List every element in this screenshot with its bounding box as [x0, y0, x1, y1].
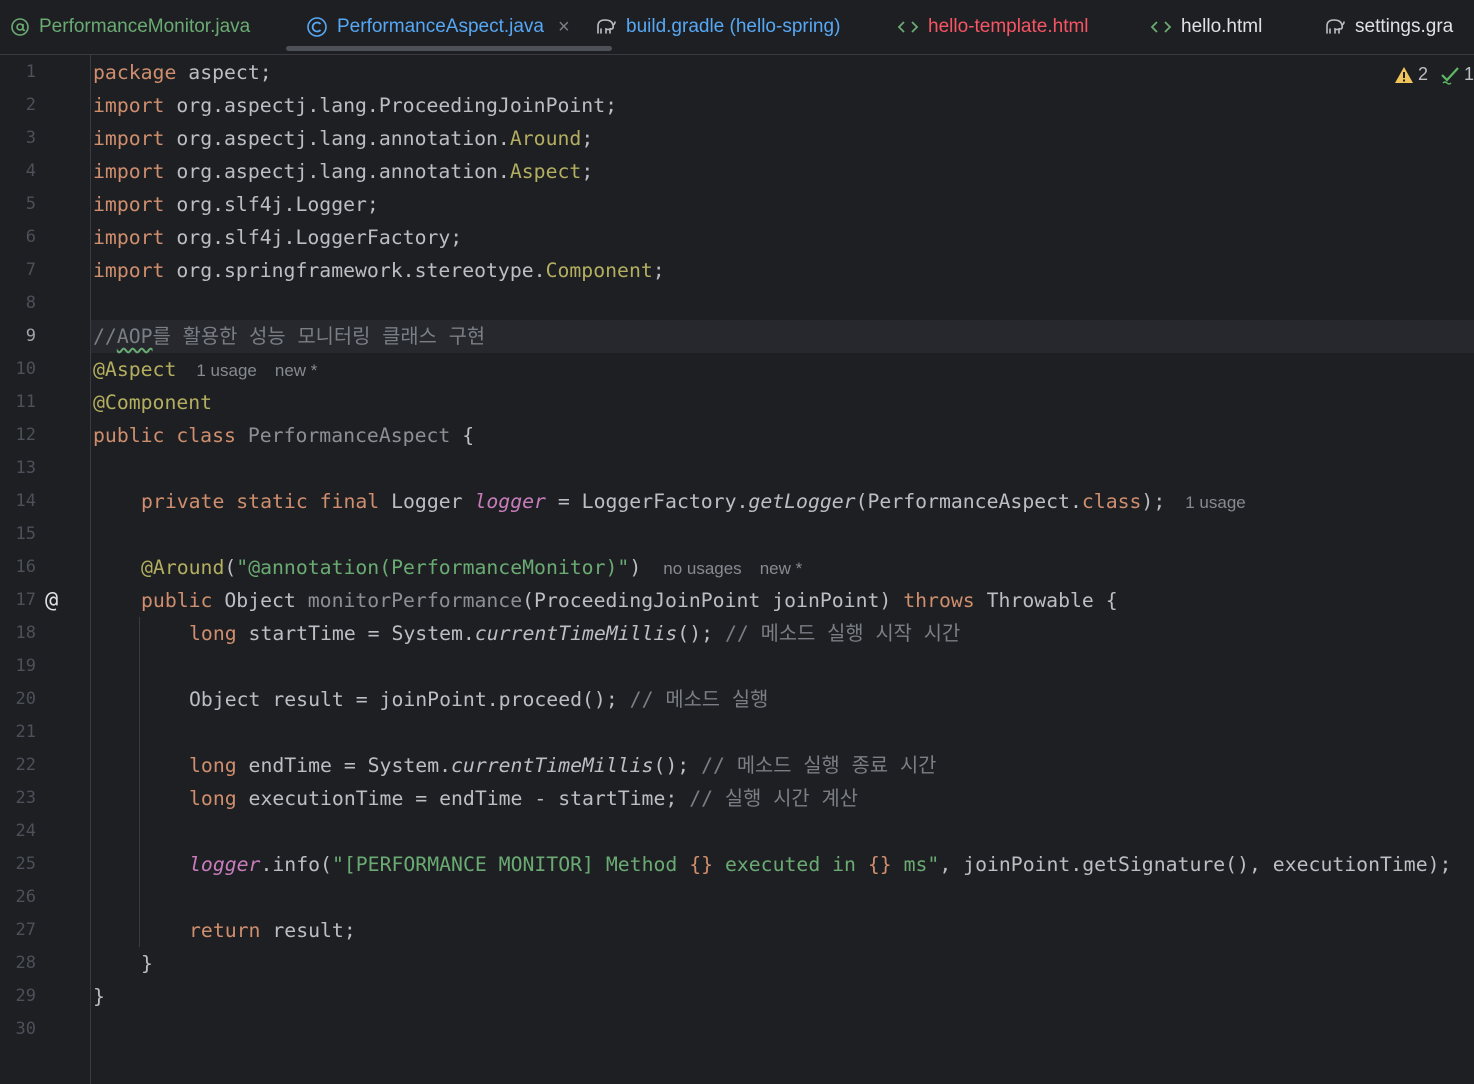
inspection-widget[interactable]: 2 1 — [1394, 64, 1474, 85]
line-number: 21 — [15, 722, 36, 742]
code-line-23: long executionTime = endTime - startTime… — [189, 787, 858, 810]
code-line-20: Object result = joinPoint.proceed(); // … — [189, 688, 769, 711]
line-number: 14 — [15, 491, 36, 511]
line-number: 26 — [15, 887, 36, 907]
code-line-2: import org.aspectj.lang.ProceedingJoinPo… — [93, 94, 618, 117]
line-number-gutter[interactable]: 1 2 3 4 5 6 7 8 9 10 11 12 13 14 15 16 1… — [0, 55, 91, 1084]
line-number: 30 — [15, 1019, 36, 1039]
tab-label: hello-template.html — [928, 16, 1089, 37]
code-line-18: long startTime = System.currentTimeMilli… — [189, 622, 961, 645]
tab-label: build.gradle (hello-spring) — [626, 16, 841, 37]
code-line-29: } — [93, 985, 105, 1008]
tab-label: hello.html — [1181, 16, 1263, 37]
tab-label: PerformanceMonitor.java — [39, 16, 251, 37]
close-tab-icon[interactable]: × — [558, 16, 570, 39]
gradle-elephant-icon — [1324, 17, 1346, 37]
line-number: 23 — [15, 788, 36, 808]
code-editor[interactable]: package aspect; import org.aspectj.lang.… — [91, 55, 1474, 1084]
line-number: 2 — [25, 95, 36, 115]
code-line-6: import org.slf4j.LoggerFactory; — [93, 226, 463, 249]
tab-settings-gradle[interactable]: settings.gra — [1324, 0, 1453, 54]
code-line-3: import org.aspectj.lang.annotation.Aroun… — [93, 127, 594, 150]
line-number: 17 — [15, 590, 36, 610]
line-number: 12 — [15, 425, 36, 445]
editor-tab-bar: PerformanceMonitor.java PerformanceAspec… — [0, 0, 1474, 55]
line-number: 29 — [15, 986, 36, 1006]
line-number: 5 — [25, 194, 36, 214]
code-line-27: return result; — [189, 919, 356, 942]
warning-count: 2 — [1417, 64, 1428, 84]
line-number: 27 — [15, 920, 36, 940]
aspect-class-icon — [306, 16, 328, 38]
weak-warning-check-icon — [1440, 65, 1460, 85]
code-line-28: } — [141, 952, 153, 975]
author-hint[interactable]: new * — [760, 559, 803, 578]
line-number: 20 — [15, 689, 36, 709]
line-number: 28 — [15, 953, 36, 973]
tab-label: settings.gra — [1355, 16, 1454, 37]
line-number: 1 — [25, 62, 36, 82]
tab-performance-monitor-java[interactable]: PerformanceMonitor.java — [10, 0, 250, 54]
line-number-current: 9 — [25, 326, 36, 346]
line-number: 25 — [15, 854, 36, 874]
tab-build-gradle[interactable]: build.gradle (hello-spring) — [595, 0, 840, 54]
line-number: 10 — [15, 359, 36, 379]
implements-aspect-gutter-icon[interactable]: @ — [45, 584, 58, 617]
code-line-1: package aspect; — [93, 61, 272, 84]
code-line-17: public Object monitorPerformance(Proceed… — [141, 589, 1118, 612]
code-line-22: long endTime = System.currentTimeMillis(… — [189, 754, 937, 777]
gradle-elephant-icon — [595, 17, 617, 37]
line-number: 19 — [15, 656, 36, 676]
tab-hello-html[interactable]: hello.html — [1150, 0, 1262, 54]
html-tag-icon — [897, 19, 919, 35]
line-number: 6 — [25, 227, 36, 247]
line-number: 11 — [15, 392, 36, 412]
code-line-4: import org.aspectj.lang.annotation.Aspec… — [93, 160, 594, 183]
code-line-7: import org.springframework.stereotype.Co… — [93, 259, 665, 282]
line-number: 3 — [25, 128, 36, 148]
ok-count: 1 — [1463, 64, 1474, 84]
html-tag-icon — [1150, 19, 1172, 35]
code-line-25: logger.info("[PERFORMANCE MONITOR] Metho… — [189, 853, 1452, 876]
line-number: 4 — [25, 161, 36, 181]
line-number: 18 — [15, 623, 36, 643]
line-number: 22 — [15, 755, 36, 775]
annotation-icon — [10, 17, 30, 37]
code-line-11: @Component — [93, 391, 213, 414]
code-line-16: @Around("@annotation(PerformanceMonitor)… — [141, 556, 803, 579]
author-hint[interactable]: new * — [275, 361, 318, 380]
code-line-10: @Aspect 1 usage new * — [93, 358, 318, 381]
code-line-9-comment: //AOP를 활용한 성능 모니터링 클래스 구현 — [93, 325, 486, 348]
line-number: 7 — [25, 260, 36, 280]
usage-hint[interactable]: 1 usage — [196, 361, 257, 380]
usage-hint[interactable]: 1 usage — [1185, 493, 1246, 512]
line-number: 24 — [15, 821, 36, 841]
line-number: 15 — [15, 524, 36, 544]
tab-hello-template-html[interactable]: hello-template.html — [897, 0, 1089, 54]
line-number: 8 — [25, 293, 36, 313]
code-line-5: import org.slf4j.Logger; — [93, 193, 379, 216]
tab-label: PerformanceAspect.java — [337, 16, 544, 37]
indent-guide — [139, 617, 140, 947]
code-line-12: public class PerformanceAspect { — [93, 424, 475, 447]
line-number: 16 — [15, 557, 36, 577]
tab-performance-aspect-java[interactable]: PerformanceAspect.java × — [286, 0, 612, 54]
usage-hint[interactable]: no usages — [663, 559, 741, 578]
warning-icon — [1394, 66, 1414, 84]
code-line-14: private static final Logger logger = Log… — [141, 490, 1246, 513]
line-number: 13 — [15, 458, 36, 478]
